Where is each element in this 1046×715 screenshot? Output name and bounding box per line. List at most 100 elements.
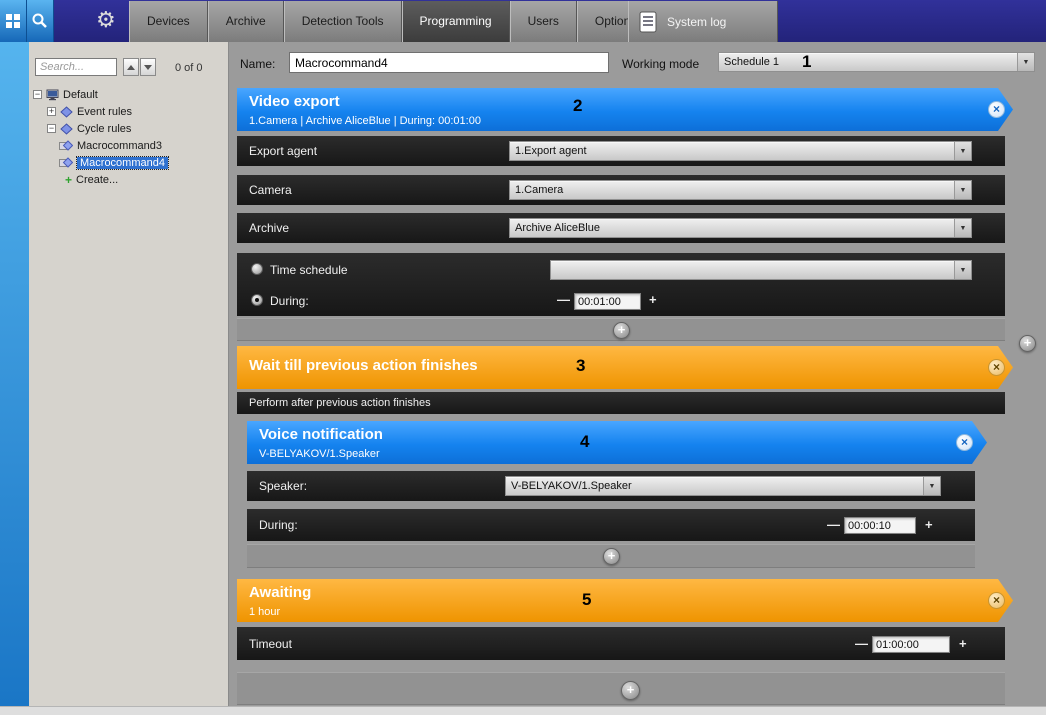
archive-dropdown[interactable]: Archive AliceBlue ▼ [509,218,972,238]
timeout-input[interactable] [872,636,950,653]
during-radio[interactable] [251,294,263,306]
dropdown-button[interactable]: ▼ [1017,53,1034,71]
tab-detection-tools[interactable]: Detection Tools [284,1,402,42]
dropdown-button[interactable]: ▼ [954,219,971,237]
dropdown-button[interactable]: ▼ [954,181,971,199]
window-bottom-edge [0,706,1046,715]
time-schedule-dropdown[interactable]: ▼ [550,260,972,280]
search-tile-button[interactable] [27,0,54,42]
system-log-button[interactable]: System log [628,1,778,42]
export-agent-dropdown[interactable]: 1.Export agent ▼ [509,141,972,161]
left-accent-strip [0,42,29,706]
speaker-dropdown[interactable]: V-BELYAKOV/1.Speaker ▼ [505,476,941,496]
plus-button[interactable]: + [925,517,933,532]
name-label: Name: [240,57,275,71]
wait-block: Wait till previous action finishes × Per… [237,346,1013,416]
add-action-row: + [247,544,975,568]
wait-note: Perform after previous action finishes [249,397,431,409]
export-agent-value: 1.Export agent [515,145,587,157]
expand-icon[interactable]: + [47,107,56,116]
timeout-label: Timeout [249,637,292,651]
search-prev-button[interactable] [123,58,139,76]
camera-dropdown[interactable]: 1.Camera ▼ [509,180,972,200]
close-button[interactable]: × [988,101,1005,118]
close-button[interactable]: × [956,434,973,451]
voice-notification-block: Voice notification V-BELYAKOV/1.Speaker … [247,421,987,568]
tree-label-create: Create... [76,174,118,186]
voice-during-input[interactable] [844,517,916,534]
tree-item-event-rules[interactable]: + Event rules [29,103,229,120]
add-branch-button[interactable]: + [1019,335,1036,352]
working-mode-dropdown[interactable]: Schedule 1 ▼ [718,52,1035,72]
dropdown-button[interactable]: ▼ [954,142,971,160]
time-schedule-label[interactable]: Time schedule [270,263,348,277]
add-block-button[interactable]: + [621,681,640,700]
minus-button[interactable]: — [827,517,840,532]
callout-4: 4 [580,432,589,452]
video-export-header[interactable]: Video export 1.Camera | Archive AliceBlu… [237,88,1013,131]
tab-archive[interactable]: Archive [208,1,284,42]
during-label[interactable]: During: [270,294,309,308]
minus-button[interactable]: — [557,292,570,307]
rule-icon [60,106,73,118]
plus-button[interactable]: + [959,636,967,651]
macro-name-input[interactable] [289,52,609,73]
archive-row: Archive Archive AliceBlue ▼ [237,213,1005,243]
dropdown-button[interactable]: ▼ [954,261,971,279]
add-action-row: + [237,318,1005,341]
add-action-button[interactable]: + [603,548,620,565]
wait-note-row: Perform after previous action finishes [237,392,1005,414]
working-mode-value: Schedule 1 [724,56,779,68]
during-value-input[interactable] [574,293,641,310]
search-input[interactable] [35,58,117,76]
tree-item-macrocommand4[interactable]: Macrocommand4 [29,154,229,171]
dropdown-arrow-icon: ▼ [929,483,936,490]
callout-5: 5 [582,590,591,610]
video-export-subtitle: 1.Camera | Archive AliceBlue | During: 0… [249,115,481,127]
computer-icon [46,89,59,101]
voice-during-label: During: [259,518,298,532]
tab-users[interactable]: Users [510,1,577,42]
minus-button[interactable]: — [855,636,868,651]
tree-label-macrocommand4-selected: Macrocommand4 [77,157,168,169]
tab-devices[interactable]: Devices [129,1,208,42]
callout-3: 3 [576,356,585,376]
add-action-button[interactable]: + [613,322,630,339]
awaiting-header[interactable]: Awaiting 1 hour × [237,579,1013,622]
tab-programming[interactable]: Programming [402,1,510,42]
close-button[interactable]: × [988,592,1005,609]
wait-header[interactable]: Wait till previous action finishes × [237,346,1013,389]
apps-grid-button[interactable] [0,0,27,42]
tree-item-create[interactable]: + Create... [29,171,229,188]
timeout-row: Timeout — + [237,627,1005,660]
tab-bar: Devices Archive Detection Tools Programm… [129,1,654,42]
search-next-button[interactable] [140,58,156,76]
archive-label: Archive [249,221,289,235]
awaiting-subtitle: 1 hour [249,606,280,618]
dropdown-arrow-icon: ▼ [960,187,967,194]
dropdown-button[interactable]: ▼ [923,477,940,495]
tree-item-cycle-rules[interactable]: − Cycle rules [29,120,229,137]
collapse-icon[interactable]: − [33,90,42,99]
tree-item-macrocommand3[interactable]: Macrocommand3 [29,137,229,154]
rule-icon [60,123,73,135]
plus-button[interactable]: + [649,292,657,307]
awaiting-block: Awaiting 1 hour × Timeout — + [237,579,1013,660]
tree-item-default[interactable]: − Default [29,86,229,103]
add-block-row: + [237,672,1005,705]
dropdown-arrow-icon: ▼ [1023,59,1030,66]
settings-gear-icon[interactable]: ⚙ [96,7,116,33]
chevron-down-icon [144,65,152,70]
macro-tree-panel: 0 of 0 − Default + Event rules − Cycle r… [29,42,229,706]
collapse-icon[interactable]: − [47,124,56,133]
close-button[interactable]: × [988,359,1005,376]
working-mode-label: Working mode [622,57,699,71]
add-icon: + [65,173,72,187]
voice-header[interactable]: Voice notification V-BELYAKOV/1.Speaker … [247,421,987,464]
archive-value: Archive AliceBlue [515,222,600,234]
tree-label-macrocommand3: Macrocommand3 [77,140,162,152]
dropdown-arrow-icon: ▼ [960,267,967,274]
video-export-title: Video export [249,93,340,110]
time-schedule-radio[interactable] [251,263,263,275]
corner-launcher [0,0,54,42]
